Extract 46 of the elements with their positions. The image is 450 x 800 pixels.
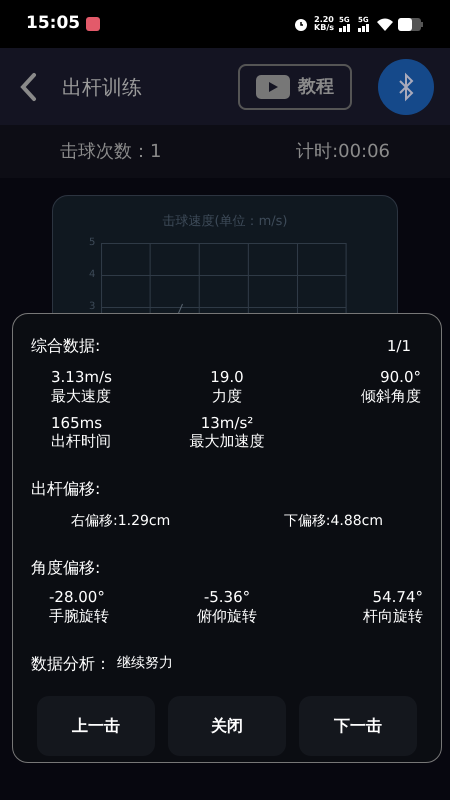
stat-value: 19.0 [210,368,244,387]
stat-value: -28.00° [49,588,105,607]
stat-value: 90.0° [380,368,421,387]
app-icon [86,17,100,31]
tutorial-button[interactable]: 教程 [238,64,352,110]
axis-tick-label: 5 [89,238,96,248]
net-speed-unit: KB/s [314,24,334,32]
stat-value: -5.36° [204,588,250,607]
stat-label: 倾斜角度 [361,386,421,406]
battery-icon [398,18,424,30]
section-title: 综合数据: [31,335,100,357]
page-indicator: 1/1 [386,336,411,357]
play-icon [256,74,290,98]
analysis-value: 继续努力 [117,654,173,673]
stat-label: 出杆时间 [51,432,111,451]
dialog-button[interactable]: 关闭 [168,696,286,756]
analysis-label: 数据分析： [31,652,111,674]
wifi-icon [377,18,393,30]
dialog-button[interactable]: 上一击 [37,696,155,756]
stat-label: 力度 [212,386,242,406]
signal-icon [358,24,372,32]
stat-label: 最大加速度 [189,432,264,451]
stat-value: 165ms [51,414,102,432]
stat-value: 3.13m/s [51,368,112,387]
alarm-icon [293,16,310,32]
axis-tick-label: 4 [89,270,96,280]
offset-value: 右偏移:1.29cm [71,512,170,531]
stat-label: 最大速度 [51,386,111,406]
stat-value: 54.74° [372,588,423,607]
axis-tick-label: 3 [89,302,96,312]
stat-label: 杆向旋转 [363,606,423,626]
offset-value: 下偏移:4.88cm [284,512,383,531]
page-title: 出杆训练 [62,74,142,100]
stat-label: 手腕旋转 [49,606,109,626]
net-speed-value: 2.20 [314,16,334,24]
stat-value: 13m/s² [200,414,254,432]
bluetooth-icon [397,72,415,102]
chart-title: 击球速度(单位：m/s) [162,213,288,231]
signal-icon [339,24,353,32]
hit-count: 击球次数：1 [60,140,162,164]
stat-label: 俯仰旋转 [196,606,257,626]
section-title: 角度偏移: [31,557,102,579]
dialog-button[interactable]: 下一击 [299,696,417,756]
section-title: 出杆偏移: [31,478,102,500]
timer: 计时:00:06 [296,140,390,164]
status-time: 15:05 [26,12,80,36]
